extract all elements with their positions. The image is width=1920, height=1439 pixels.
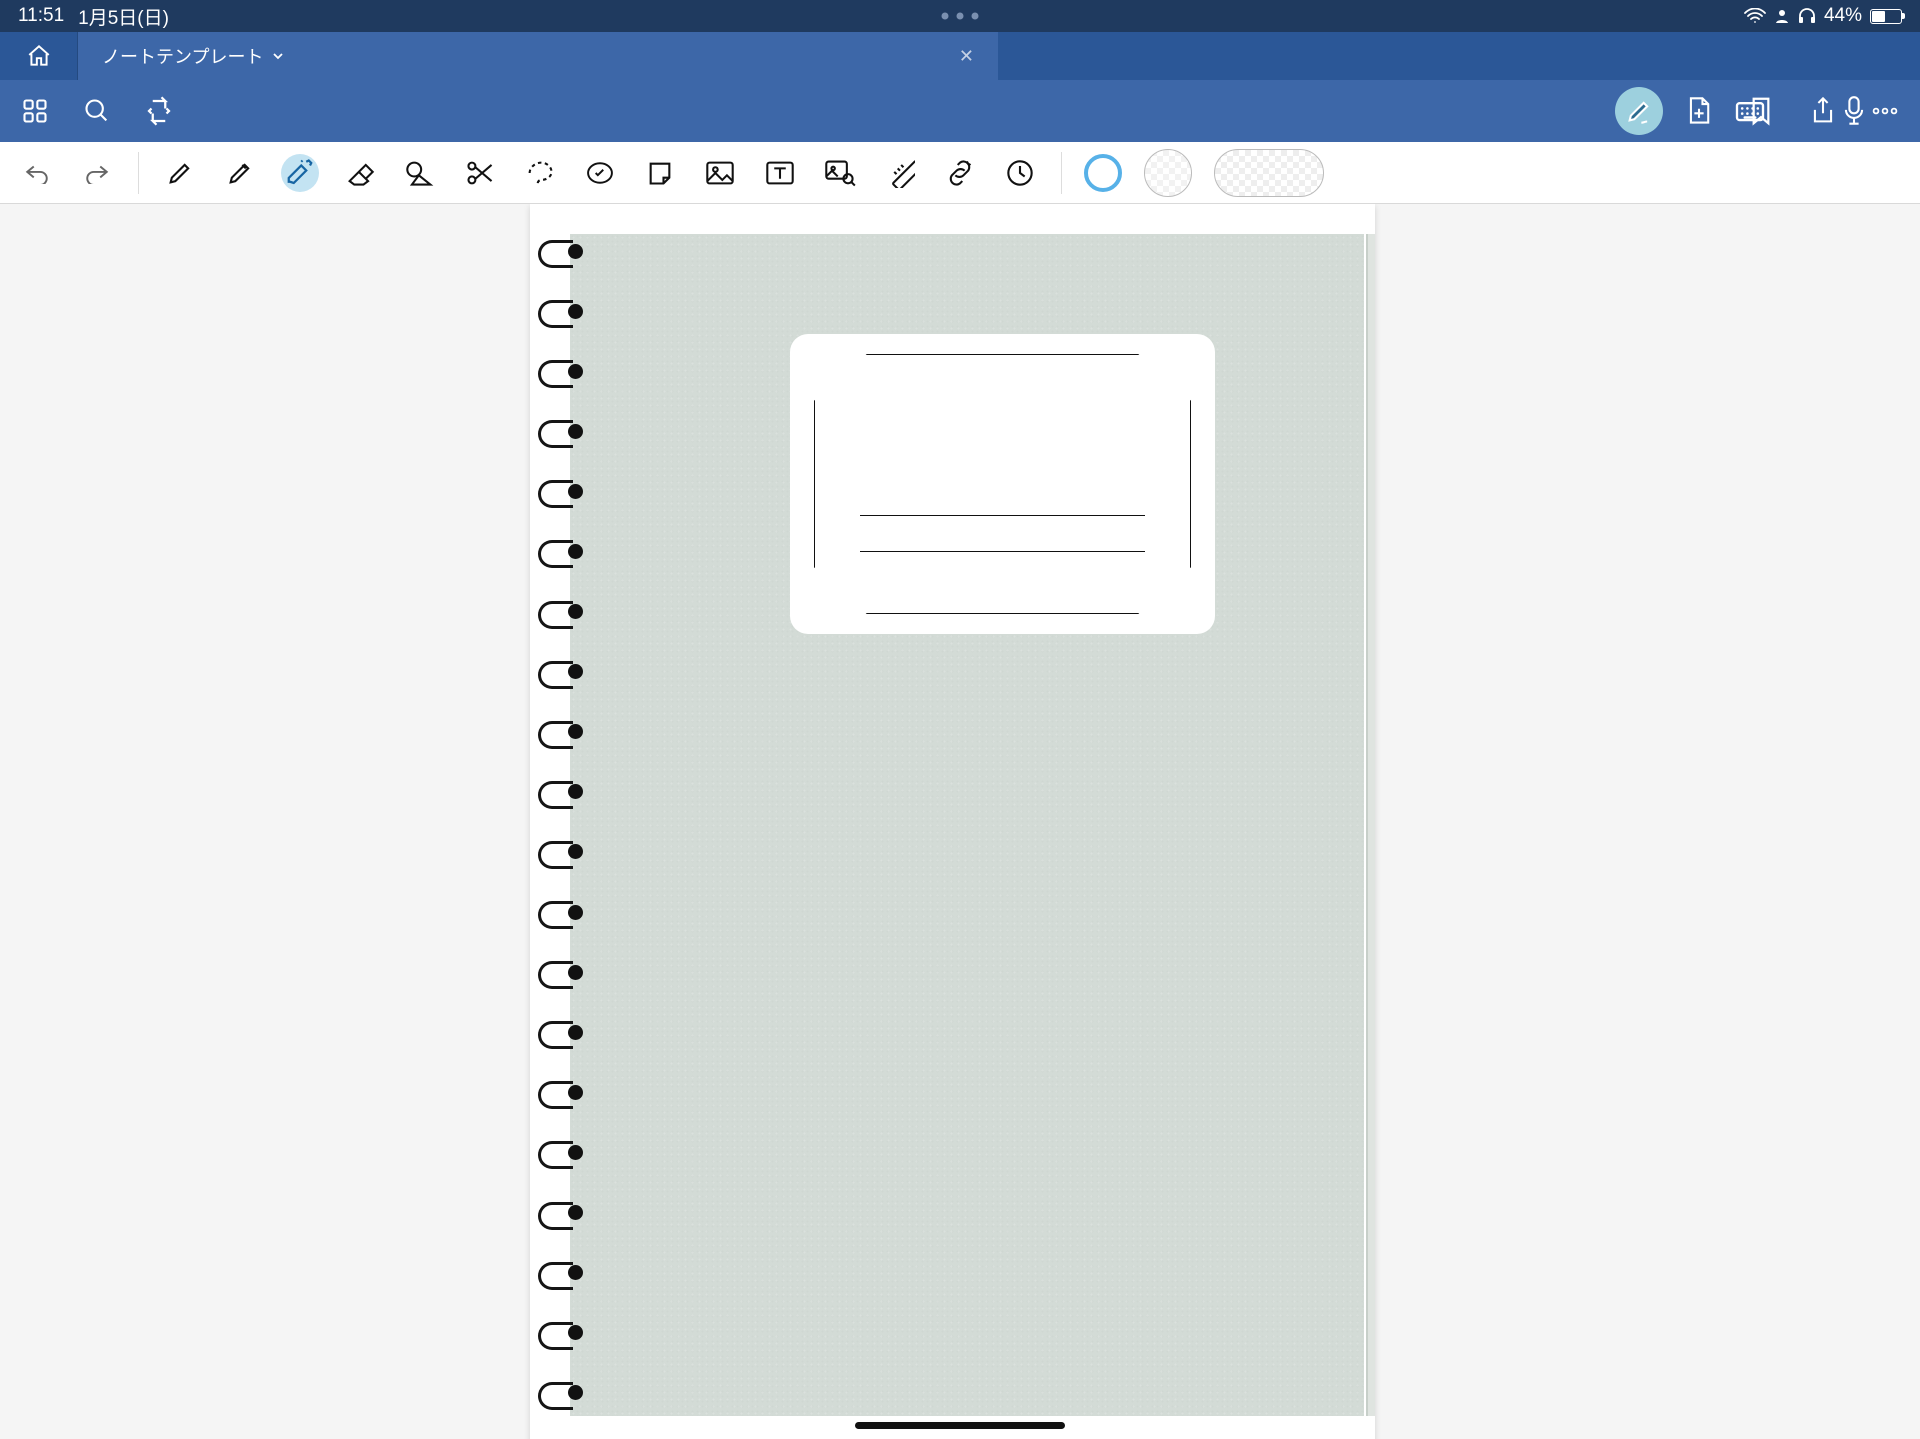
color-swatch-wide[interactable] (1214, 149, 1324, 197)
spiral-ring (538, 1202, 584, 1226)
spiral-ring (538, 661, 584, 685)
eraser-tool[interactable] (341, 154, 379, 192)
image-tool[interactable] (701, 154, 739, 192)
highlighter-tool[interactable] (281, 154, 319, 192)
microphone-button[interactable] (1837, 94, 1871, 128)
document-tab[interactable]: ノートテンプレート ✕ (78, 32, 998, 80)
battery-percentage: 44% (1824, 5, 1862, 27)
canvas-area[interactable] (0, 204, 1920, 1439)
user-icon (1774, 8, 1790, 24)
multitask-dots[interactable] (942, 13, 979, 20)
page[interactable] (530, 204, 1375, 1439)
spiral-ring (538, 240, 584, 264)
status-bar: 11:51 1月5日(日) 44% (0, 0, 1920, 32)
spiral-ring (538, 1382, 584, 1406)
close-tab-button[interactable]: ✕ (959, 46, 974, 67)
spiral-ring (538, 1081, 584, 1105)
text-tool[interactable] (761, 154, 799, 192)
spiral-ring (538, 1141, 584, 1165)
chevron-down-icon[interactable] (271, 49, 285, 63)
main-toolbar (0, 80, 1920, 142)
wifi-icon (1744, 8, 1766, 24)
battery-icon (1870, 9, 1902, 24)
more-button[interactable] (1868, 94, 1902, 128)
spiral-ring (538, 480, 584, 504)
stamp-tool[interactable] (581, 154, 619, 192)
spiral-ring (538, 1262, 584, 1286)
keyboard-button[interactable] (1733, 94, 1767, 128)
notebook-label (790, 334, 1215, 634)
apps-grid-button[interactable] (18, 94, 52, 128)
color-swatch-active[interactable] (1084, 154, 1122, 192)
redo-button[interactable] (78, 154, 116, 192)
pencil-tool[interactable] (221, 154, 259, 192)
shape-tool[interactable] (401, 154, 439, 192)
notebook-cover (570, 234, 1375, 1416)
spiral-ring (538, 360, 584, 384)
pen-mode-button[interactable] (1615, 87, 1663, 135)
pen-tool[interactable] (161, 154, 199, 192)
tab-title: ノートテンプレート (102, 43, 263, 69)
lasso-convert-button[interactable] (142, 94, 176, 128)
spiral-ring (538, 721, 584, 745)
sticky-note-tool[interactable] (641, 154, 679, 192)
home-indicator[interactable] (855, 1422, 1065, 1429)
spiral-ring (538, 300, 584, 324)
lasso-tool[interactable] (521, 154, 559, 192)
status-right: 44% (1744, 5, 1902, 27)
color-swatch-transparent[interactable] (1144, 149, 1192, 197)
status-time: 11:51 (18, 5, 64, 27)
clock-tool[interactable] (1001, 154, 1039, 192)
tool-toolbar (0, 142, 1920, 204)
image-search-tool[interactable] (821, 154, 859, 192)
spiral-ring (538, 540, 584, 564)
home-button[interactable] (0, 32, 78, 80)
spiral-ring (538, 1021, 584, 1045)
status-left: 11:51 1月5日(日) (18, 3, 169, 30)
spiral-ring (538, 961, 584, 985)
link-tool[interactable] (941, 154, 979, 192)
spiral-ring (538, 420, 584, 444)
spiral-ring (538, 901, 584, 925)
spiral-ring (538, 781, 584, 805)
spiral-ring (538, 601, 584, 625)
spiral-ring (538, 841, 584, 865)
spiral-binding (538, 240, 592, 1406)
cut-tool[interactable] (461, 154, 499, 192)
search-button[interactable] (80, 94, 114, 128)
ruler-tool[interactable] (881, 154, 919, 192)
undo-button[interactable] (18, 154, 56, 192)
spiral-ring (538, 1322, 584, 1346)
headphones-icon (1798, 8, 1816, 24)
tab-bar: ノートテンプレート ✕ (0, 32, 1920, 80)
status-date: 1月5日(日) (78, 3, 169, 30)
